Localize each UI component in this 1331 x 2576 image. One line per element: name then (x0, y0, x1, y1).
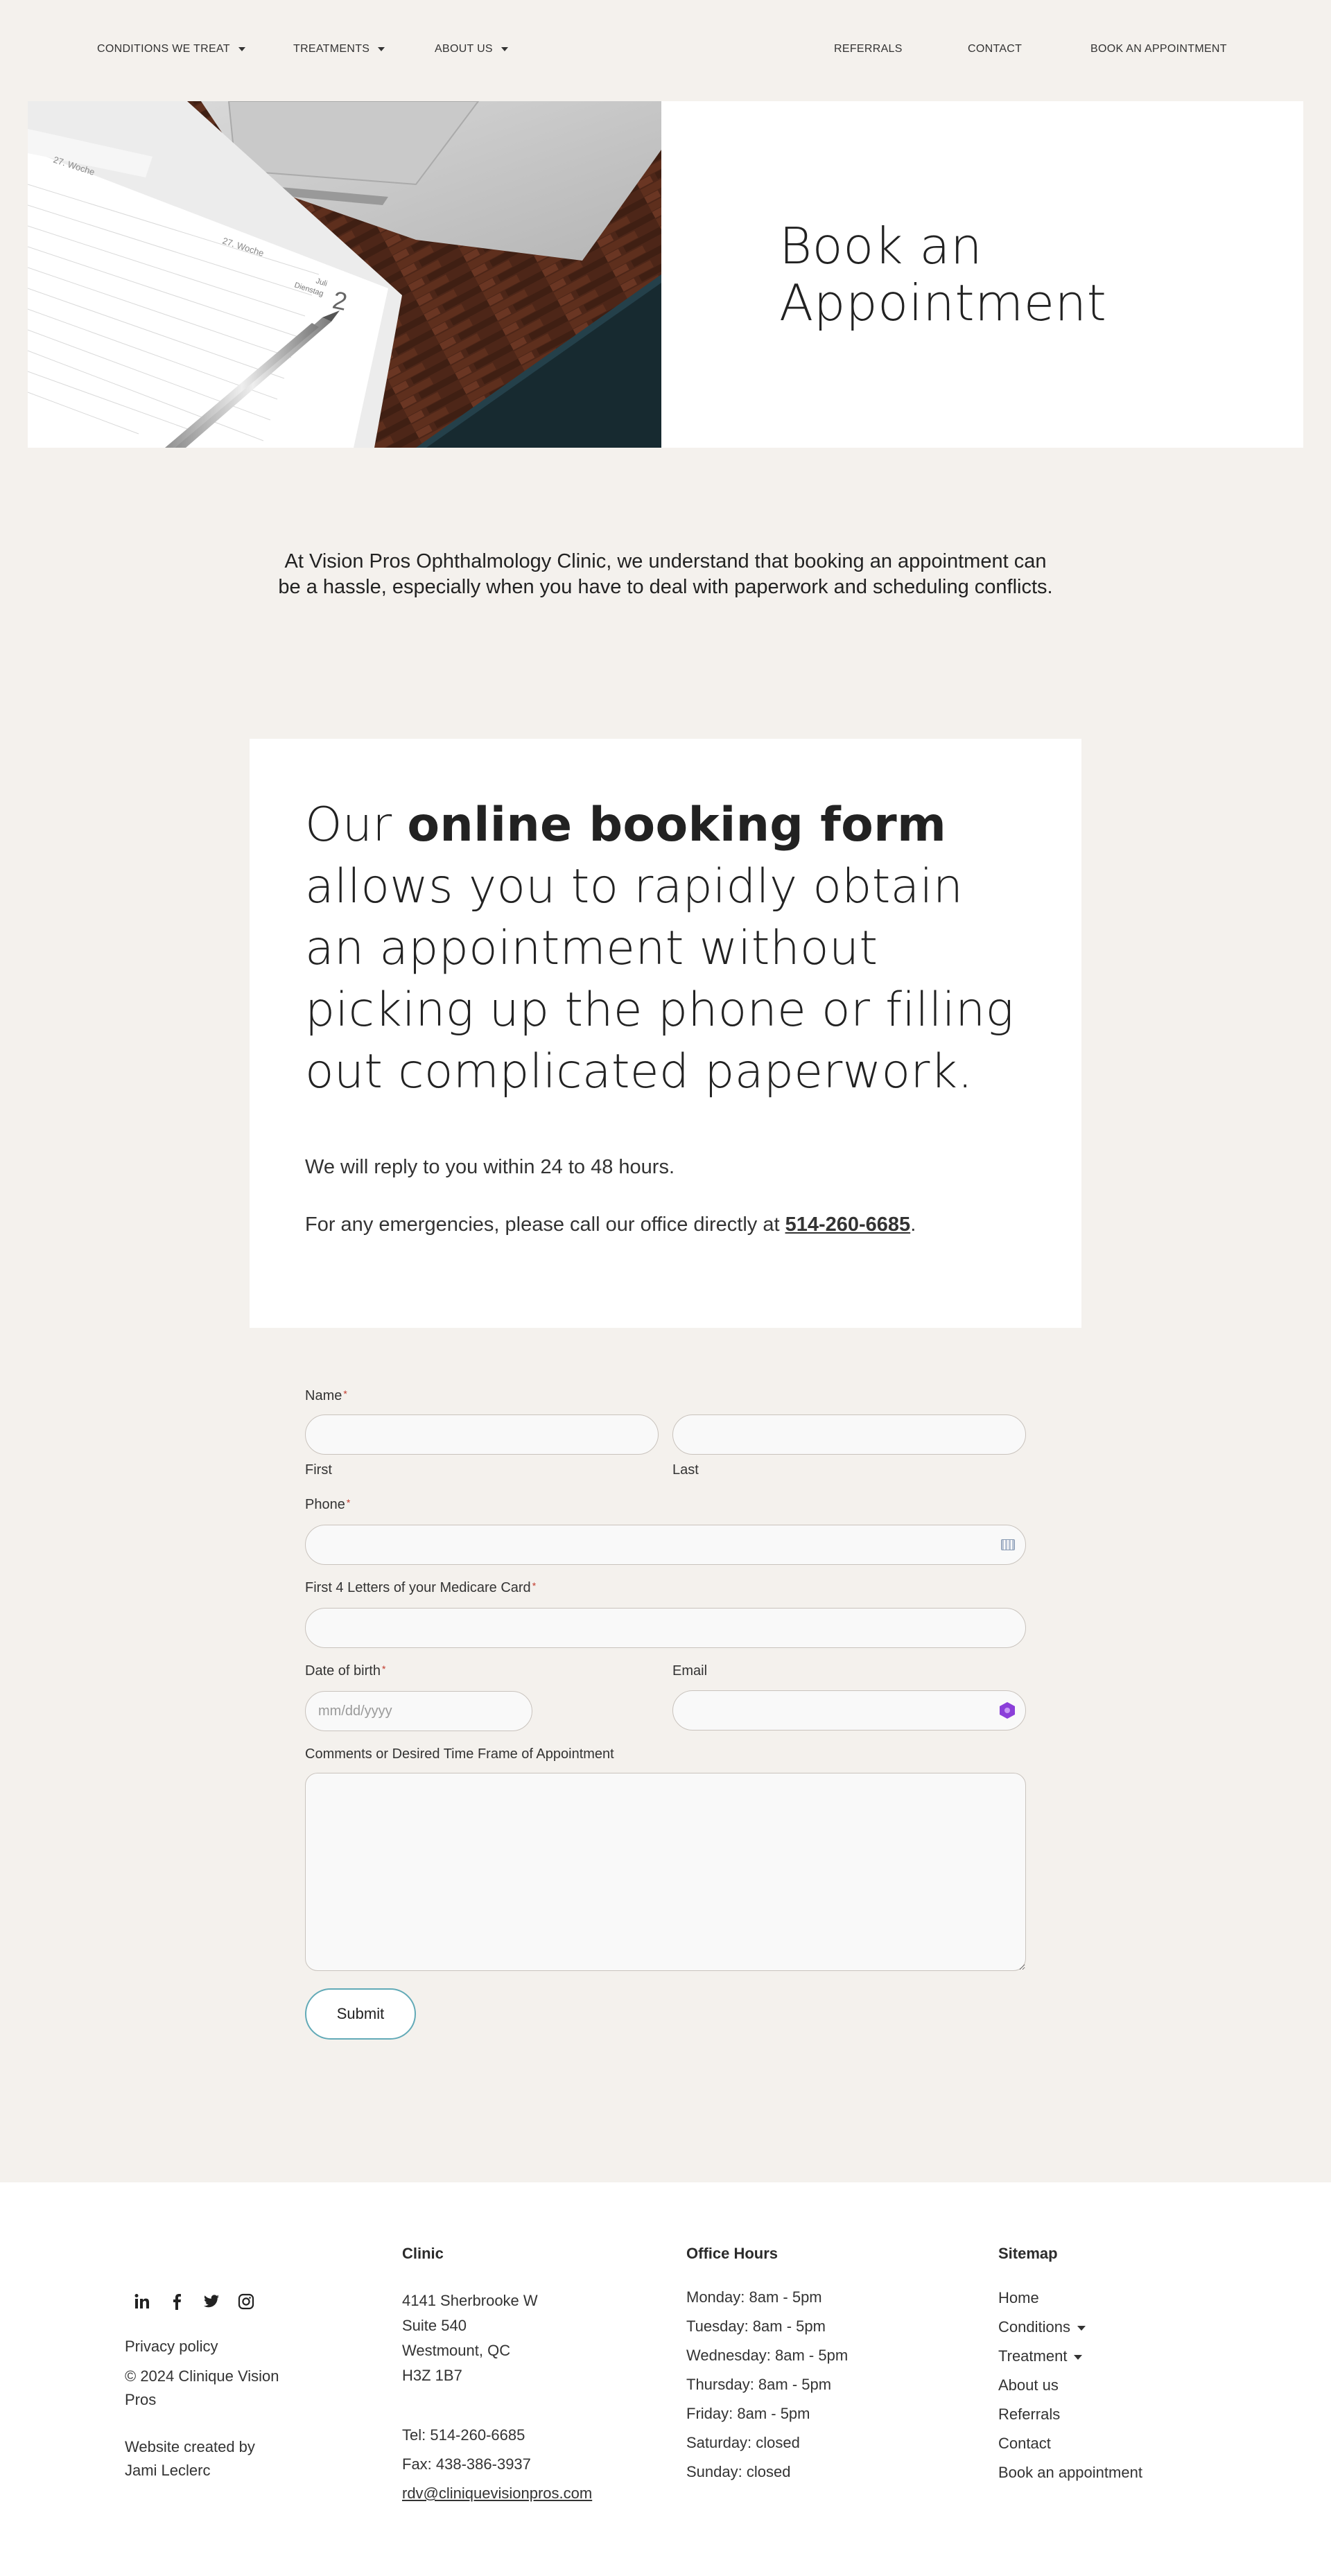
clinic-fax: Fax: 438-386-3937 (402, 2455, 531, 2473)
caret-down-icon (1077, 2325, 1086, 2331)
office-hours-list: Monday: 8am - 5pm Tuesday: 8am - 5pm Wed… (686, 2283, 848, 2487)
card-heading-bold: online booking form (407, 798, 947, 852)
card-heading-post: allows you to rapidly obtain an appointm… (305, 859, 1014, 1099)
intro-text: At Vision Pros Ophthalmology Clinic, we … (278, 550, 1053, 598)
credit-line-1: Website created by (125, 2438, 255, 2455)
nav-contact[interactable]: CONTACT (968, 43, 1022, 55)
card-heading-pre: Our (305, 798, 408, 852)
nav-book-appointment[interactable]: BOOK AN APPOINTMENT (1090, 43, 1227, 55)
nav-about-us-label: ABOUT US (435, 43, 493, 55)
sitemap-item-about-us[interactable]: About us (998, 2371, 1142, 2400)
email-input[interactable] (672, 1690, 1026, 1731)
hours-row: Friday: 8am - 5pm (686, 2405, 810, 2422)
twitter-icon[interactable] (201, 2291, 222, 2312)
nav-about-us[interactable]: ABOUT US (435, 43, 508, 55)
privacy-policy-link[interactable]: Privacy policy (125, 2332, 218, 2361)
copyright-line-2: Pros (125, 2391, 157, 2408)
keypad-icon (1001, 1539, 1015, 1550)
sitemap-item-referrals[interactable]: Referrals (998, 2400, 1142, 2429)
comments-label: Comments or Desired Time Frame of Appoin… (305, 1746, 614, 1762)
page-title: Book an Appointment (779, 218, 1106, 331)
page-title-line-2: Appointment (779, 274, 1107, 332)
site-footer: Privacy policy © 2024 Clinique Vision Pr… (0, 2182, 1331, 2576)
sitemap-item-conditions-label: Conditions (998, 2318, 1070, 2336)
name-label-text: Name (305, 1388, 342, 1403)
caret-down-icon (378, 47, 385, 51)
page-title-line-1: Book an (779, 217, 983, 275)
caret-down-icon (501, 47, 508, 51)
copyright-line-1: © 2024 Clinique Vision (125, 2367, 279, 2385)
card-heading: Our online booking form allows you to ra… (305, 794, 1026, 1103)
first-name-sublabel: First (305, 1462, 332, 1478)
emergency-text: For any emergencies, please call our off… (305, 1213, 916, 1236)
credit-text: Website created by Jami Leclerc (125, 2435, 255, 2482)
required-mark: * (343, 1388, 347, 1399)
phone-label-text: Phone (305, 1497, 345, 1512)
nav-treatments-label: TREATMENTS (293, 43, 370, 55)
hero-banner: 27. Woche 27. Woche 2 Juli Dienstag Book… (28, 101, 1303, 448)
clinic-address: 4141 Sherbrooke W Suite 540 Westmount, Q… (402, 2288, 538, 2388)
hours-row: Wednesday: 8am - 5pm (686, 2347, 849, 2364)
top-nav: CONDITIONS WE TREAT TREATMENTS ABOUT US … (0, 0, 1331, 101)
medicare-label: First 4 Letters of your Medicare Card * (305, 1580, 536, 1596)
medicare-input[interactable] (305, 1608, 1026, 1648)
sitemap-item-contact[interactable]: Contact (998, 2429, 1142, 2458)
submit-button[interactable]: Submit (305, 1988, 416, 2040)
sitemap-item-book-appointment[interactable]: Book an appointment (998, 2458, 1142, 2487)
clinic-tel: Tel: 514-260-6685 (402, 2426, 525, 2444)
email-label: Email (672, 1663, 708, 1679)
instagram-icon[interactable] (236, 2291, 256, 2312)
name-label: Name * (305, 1388, 347, 1404)
dob-label: Date of birth * (305, 1663, 385, 1679)
medicare-label-text: First 4 Letters of your Medicare Card (305, 1580, 531, 1595)
nav-conditions-label: CONDITIONS WE TREAT (97, 43, 230, 55)
linkedin-icon[interactable] (132, 2291, 153, 2312)
address-line: Westmount, QC (402, 2342, 511, 2359)
clinic-heading: Clinic (402, 2245, 444, 2262)
office-hours-heading: Office Hours (686, 2245, 778, 2262)
hours-row: Tuesday: 8am - 5pm (686, 2317, 826, 2335)
sitemap-heading: Sitemap (998, 2245, 1058, 2262)
address-line: Suite 540 (402, 2317, 467, 2334)
emergency-phone-link[interactable]: 514-260-6685 (785, 1213, 911, 1236)
sitemap-item-home[interactable]: Home (998, 2284, 1142, 2313)
sitemap-item-treatment[interactable]: Treatment (998, 2342, 1142, 2371)
hours-row: Saturday: closed (686, 2434, 800, 2451)
dob-input[interactable] (305, 1691, 532, 1731)
facebook-icon[interactable] (166, 2291, 187, 2312)
sitemap-item-conditions[interactable]: Conditions (998, 2313, 1142, 2342)
emergency-text-post: . (910, 1213, 916, 1236)
last-name-input[interactable] (672, 1414, 1026, 1455)
first-name-input[interactable] (305, 1414, 659, 1455)
caret-down-icon (238, 47, 245, 51)
password-manager-icon[interactable] (998, 1701, 1016, 1719)
nav-conditions[interactable]: CONDITIONS WE TREAT (97, 43, 245, 55)
reply-time-text: We will reply to you within 24 to 48 hou… (305, 1156, 675, 1178)
clinic-email-wrap: rdv@cliniquevisionpros.com (402, 2479, 592, 2508)
hero-planner-image: 27. Woche 27. Woche 2 Juli Dienstag (28, 101, 661, 448)
emergency-text-pre: For any emergencies, please call our off… (305, 1213, 785, 1236)
credit-line-2: Jami Leclerc (125, 2462, 211, 2479)
address-line: 4141 Sherbrooke W (402, 2292, 538, 2309)
phone-input[interactable] (305, 1525, 1026, 1565)
phone-label: Phone * (305, 1497, 350, 1513)
required-mark: * (532, 1580, 537, 1591)
last-name-sublabel: Last (672, 1462, 699, 1478)
caret-down-icon (1074, 2354, 1083, 2360)
copyright-text: © 2024 Clinique Vision Pros (125, 2365, 279, 2412)
hours-row: Thursday: 8am - 5pm (686, 2376, 832, 2393)
sitemap-list: Home Conditions Treatment About us Refer… (998, 2284, 1142, 2487)
hours-row: Monday: 8am - 5pm (686, 2288, 822, 2306)
comments-textarea[interactable] (305, 1773, 1026, 1971)
required-mark: * (381, 1663, 386, 1674)
hours-row: Sunday: closed (686, 2463, 791, 2480)
nav-referrals[interactable]: REFERRALS (834, 43, 903, 55)
nav-treatments[interactable]: TREATMENTS (293, 43, 385, 55)
booking-info-card: Our online booking form allows you to ra… (250, 739, 1081, 1328)
required-mark: * (346, 1497, 351, 1508)
dob-label-text: Date of birth (305, 1663, 381, 1679)
address-line: H3Z 1B7 (402, 2367, 462, 2384)
sitemap-item-treatment-label: Treatment (998, 2347, 1068, 2365)
clinic-email-link[interactable]: rdv@cliniquevisionpros.com (402, 2485, 592, 2502)
